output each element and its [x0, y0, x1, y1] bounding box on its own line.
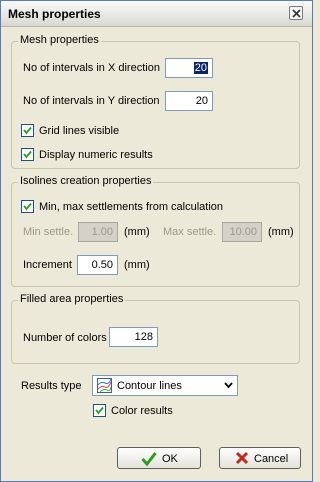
number-of-colors-label: Number of colors	[23, 332, 107, 344]
checkmark-icon	[23, 150, 32, 159]
checkmark-icon	[23, 126, 32, 135]
mesh-properties-group-title: Mesh properties	[18, 34, 101, 46]
contour-lines-icon	[97, 378, 112, 393]
results-type-label: Results type	[21, 380, 82, 392]
checkmark-icon	[95, 406, 104, 415]
max-settle-unit: (mm)	[268, 226, 294, 238]
red-x-icon	[235, 451, 249, 465]
mesh-properties-dialog: Mesh properties Mesh properties No of in…	[0, 0, 313, 482]
x-intervals-label: No of intervals in X direction	[23, 62, 160, 74]
x-intervals-value: 20	[193, 62, 208, 74]
color-results-checkbox[interactable]	[93, 404, 106, 417]
y-intervals-input[interactable]: 20	[165, 91, 213, 111]
green-check-icon	[141, 452, 157, 466]
filled-area-group-title: Filled area properties	[18, 293, 126, 305]
y-intervals-label: No of intervals in Y direction	[23, 95, 160, 107]
increment-unit: (mm)	[124, 259, 150, 271]
grid-lines-label: Grid lines visible	[39, 125, 120, 137]
increment-input[interactable]: 0.50	[77, 255, 118, 275]
numeric-results-checkbox[interactable]	[21, 148, 34, 161]
color-results-label: Color results	[111, 405, 173, 417]
increment-label: Increment	[23, 259, 72, 271]
close-icon	[292, 9, 301, 18]
min-settle-input[interactable]: 1.00	[78, 222, 118, 242]
close-button[interactable]	[289, 6, 303, 20]
cancel-button-label: Cancel	[254, 453, 289, 465]
ok-button[interactable]: OK	[117, 447, 201, 469]
cancel-button[interactable]: Cancel	[219, 447, 301, 469]
numeric-results-label: Display numeric results	[39, 149, 153, 161]
window-title: Mesh properties	[8, 7, 101, 21]
max-settle-input[interactable]: 10.00	[222, 222, 262, 242]
max-settle-label: Max settle.	[163, 226, 217, 238]
minmax-checkbox[interactable]	[21, 200, 34, 213]
results-type-value: Contour lines	[117, 380, 182, 392]
grid-lines-checkbox[interactable]	[21, 124, 34, 137]
ok-button-label: OK	[162, 453, 178, 465]
chevron-down-icon	[224, 382, 233, 389]
isolines-group-title: Isolines creation properties	[18, 175, 154, 187]
min-settle-label: Min settle.	[23, 226, 74, 238]
title-bar: Mesh properties	[1, 1, 312, 27]
number-of-colors-input[interactable]: 128	[109, 327, 158, 347]
minmax-label: Min, max settlements from calculation	[39, 201, 224, 213]
x-intervals-input[interactable]: 20	[165, 58, 213, 78]
checkmark-icon	[23, 202, 32, 211]
min-settle-unit: (mm)	[124, 226, 150, 238]
results-type-select[interactable]: Contour lines	[92, 375, 238, 396]
